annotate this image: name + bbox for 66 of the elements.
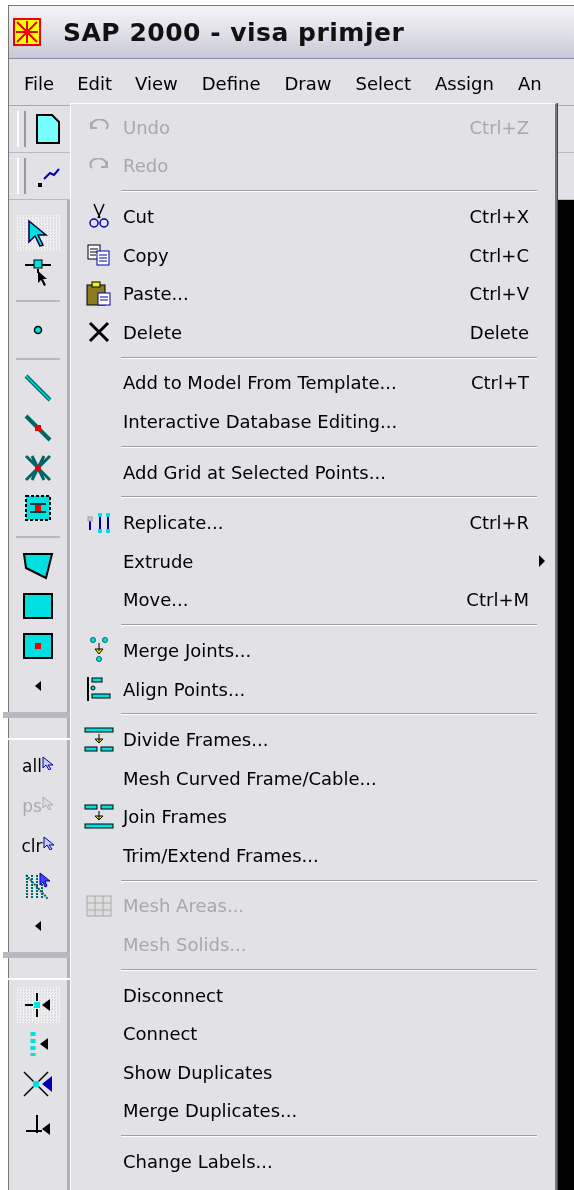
snap-icon <box>22 1070 54 1098</box>
menu-title[interactable]: File <box>13 63 66 101</box>
copy-icon <box>87 244 111 267</box>
menu-item[interactable]: Add Grid at Selected Points... <box>71 452 555 492</box>
app-logo-icon <box>13 18 41 46</box>
cursor-icon <box>41 756 54 770</box>
divide-icon <box>84 726 114 753</box>
new-document-icon[interactable] <box>36 114 60 144</box>
cursor-icon <box>41 796 54 810</box>
menu-item[interactable]: Paste... Ctrl+V <box>71 274 555 313</box>
node-pointer-icon <box>24 257 52 287</box>
join-icon <box>84 803 114 830</box>
menu-title[interactable]: Define <box>190 63 272 101</box>
toolbar-button[interactable] <box>16 215 60 251</box>
menu-item[interactable]: Move... Ctrl+M <box>71 580 555 620</box>
cross-icon <box>24 454 52 482</box>
window-title: SAP 2000 - visa primjer <box>63 17 405 47</box>
scissors-icon <box>89 203 109 230</box>
mesh-icon <box>86 895 112 917</box>
toolbar-button[interactable] <box>16 987 60 1023</box>
menu-title[interactable]: Draw <box>273 63 343 101</box>
clipboard-icon <box>86 280 112 307</box>
menu-item[interactable]: Mesh Curved Frame/Cable... <box>71 758 555 798</box>
menu-item[interactable]: Cut Ctrl+X <box>71 197 555 236</box>
dashed-box-icon <box>24 494 52 522</box>
menu-title[interactable]: Assign <box>424 63 505 101</box>
menu-item[interactable]: Divide Frames... <box>71 720 555 759</box>
menu-title[interactable]: An <box>506 63 553 101</box>
menu-item[interactable]: Replicate... Ctrl+R <box>71 503 555 542</box>
toolbar-button[interactable]: all <box>22 756 54 776</box>
snap-icon <box>24 992 52 1018</box>
rectangle-icon <box>23 593 53 619</box>
toolbar-grip[interactable] <box>17 158 26 194</box>
cursor-icon <box>42 836 55 850</box>
align-icon <box>86 676 112 702</box>
menu-item[interactable]: Change Labels... <box>71 1142 555 1181</box>
menu-title[interactable]: View <box>124 63 189 101</box>
menu-item[interactable]: Extrude <box>71 541 555 581</box>
toolbar-button[interactable]: clr <box>21 836 55 856</box>
replicate-icon <box>86 511 112 534</box>
menu-item[interactable]: Interactive Database Editing... <box>71 402 555 441</box>
hatch-icon <box>24 871 52 901</box>
line-icon <box>24 374 52 402</box>
polygon-icon <box>22 552 54 580</box>
chevron-left-icon[interactable] <box>34 920 42 932</box>
menu-item[interactable]: Connect <box>71 1014 555 1054</box>
chevron-left-icon[interactable] <box>34 680 42 692</box>
menu-item[interactable]: Merge Duplicates... <box>71 1091 555 1131</box>
pointer-icon <box>27 219 49 247</box>
menu-item[interactable]: Align Points... <box>71 669 555 709</box>
menu-item[interactable]: Join Frames <box>71 797 555 837</box>
x-icon <box>88 321 110 344</box>
line-dot-icon <box>24 414 52 442</box>
menu-title[interactable]: Select <box>344 63 422 101</box>
menu-item[interactable]: Add to Model From Template... Ctrl+T <box>71 363 555 403</box>
merge-icon <box>88 637 110 664</box>
menu-item[interactable]: Merge Joints... <box>71 631 555 670</box>
menu-item[interactable]: Copy Ctrl+C <box>71 235 555 275</box>
menu-title[interactable]: Edit <box>67 64 122 100</box>
menu-item[interactable]: Trim/Extend Frames... <box>71 836 555 875</box>
menu-item[interactable]: Delete Delete <box>71 312 555 352</box>
menu-item[interactable]: Show Duplicates <box>71 1053 555 1092</box>
snap-icon <box>24 1113 52 1135</box>
menu-item[interactable]: Disconnect <box>71 975 555 1015</box>
dot-icon <box>33 325 43 335</box>
toolbar-grip[interactable] <box>17 111 26 147</box>
